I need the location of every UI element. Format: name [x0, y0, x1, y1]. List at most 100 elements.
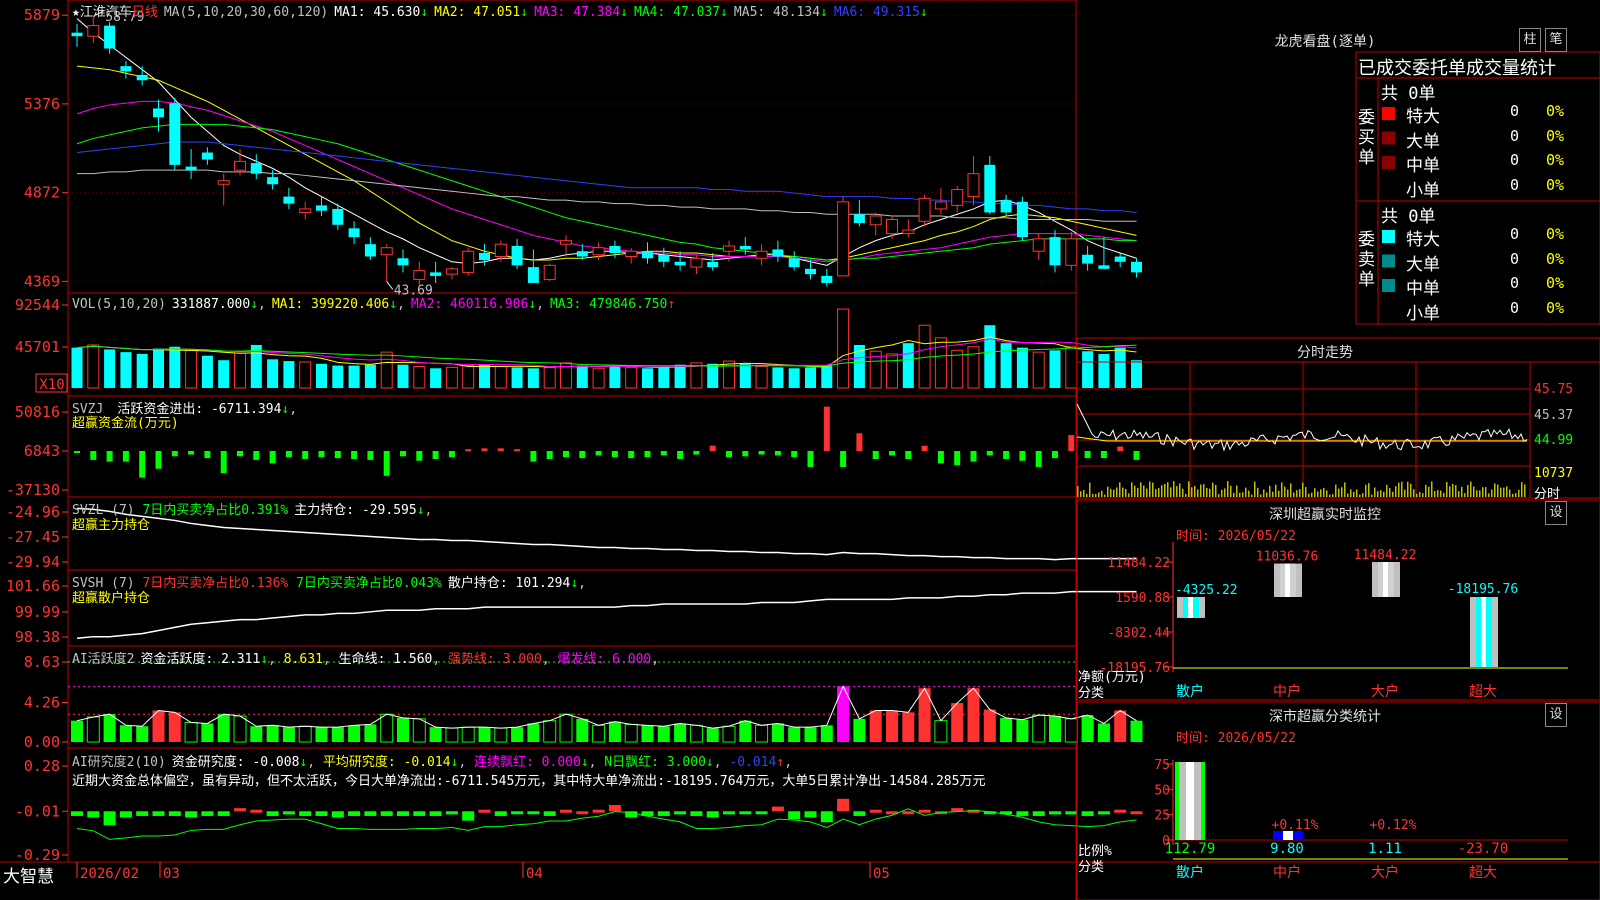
vol-bar [1131, 360, 1142, 388]
minute-vol-bar [1119, 482, 1121, 497]
minute-vol-bar [1158, 488, 1160, 497]
minute-vol-bar [1518, 489, 1520, 497]
air-bar [674, 811, 687, 815]
cat-label: 分类 [1078, 686, 1105, 701]
vol-bar [934, 337, 947, 389]
candle-body [886, 219, 898, 235]
down-arrow-icon: ↓ [720, 5, 728, 20]
minute-vol-bar [1521, 482, 1523, 497]
ma4-value: MA4: 47.037 [634, 5, 721, 20]
stats-value: 1.11 [1368, 841, 1402, 857]
vol-bar [576, 365, 588, 388]
ai2-bar [298, 725, 312, 743]
svzj-bar [448, 451, 455, 458]
stock-name[interactable]: 江淮汽车 [80, 5, 132, 20]
air-bar [918, 809, 931, 813]
sell-row-name: 中单 [1406, 279, 1440, 299]
svzj-bar [774, 451, 781, 456]
minute-vol-bar [1494, 483, 1496, 497]
stats-settings-button[interactable]: 设 [1545, 703, 1567, 727]
minute-vol-bar [1308, 493, 1310, 497]
candle-body [543, 264, 556, 280]
minute-vol-bar [1461, 486, 1463, 497]
ai2-bar [266, 725, 279, 742]
minute-vol-bar [1197, 489, 1199, 497]
ai2-bar [119, 725, 132, 742]
vol-prefix: VOL(5,10,20) [72, 297, 166, 312]
vol-bar [1032, 351, 1045, 389]
minute-vol-bar [1107, 486, 1109, 497]
bar-mode-button[interactable]: 柱 [1519, 28, 1541, 52]
minute-vol-bar [1116, 487, 1118, 497]
vol-bar [397, 364, 409, 388]
candle-body [234, 160, 246, 171]
minute-vol-bar [1344, 482, 1346, 497]
candle-body [169, 103, 181, 165]
svzj-bar [726, 451, 732, 458]
ai2-bar [934, 720, 948, 743]
svzj-bar [497, 448, 504, 451]
ai2-bar [967, 688, 980, 742]
candle-body [1131, 261, 1142, 273]
tick-mode-button[interactable]: 笔 [1545, 28, 1567, 52]
minute-vol-bar [1506, 486, 1508, 497]
ai2-bar [412, 718, 426, 743]
vol-bar [136, 353, 148, 388]
buy-row-name: 大单 [1406, 131, 1440, 152]
ai2-bar [1114, 710, 1127, 742]
minute-vol-bar [1080, 491, 1082, 497]
minute-vol-bar [1137, 488, 1139, 497]
period-label[interactable]: 日线 [132, 5, 158, 20]
svzj-bar [1003, 451, 1010, 459]
air-bar [608, 805, 621, 812]
vol-bar [218, 360, 230, 388]
stats-tick: 50 [1154, 783, 1170, 798]
candle-body [479, 252, 490, 261]
candle-body [674, 261, 686, 266]
air-bar [951, 808, 964, 812]
price-tick-label: 4369 [24, 272, 60, 290]
minute-vol-bar [1452, 483, 1454, 497]
candle-body [364, 244, 376, 257]
svzj-bar [139, 451, 146, 478]
ai2-title: AI活跃度2 [72, 652, 135, 667]
minute-vol-bar [1488, 493, 1490, 497]
vol-bar [805, 367, 816, 388]
monitor-time: 时间: 2026/05/22 [1176, 529, 1296, 544]
candle-body [1032, 238, 1045, 252]
air-bar [902, 811, 915, 815]
minute-vol-bar [1320, 489, 1322, 497]
candle-body [136, 74, 148, 81]
svzj-bar [823, 406, 830, 451]
minute-vol-bar [1170, 487, 1172, 497]
air-bar [478, 809, 491, 813]
monitor-bar-hl [1188, 597, 1193, 618]
candle-body [445, 268, 458, 275]
minute-vol-bar [1425, 484, 1427, 497]
candle-body [430, 272, 442, 276]
svsh-line [76, 590, 1137, 639]
air-bar [592, 809, 605, 813]
ai2-bar [1049, 716, 1061, 742]
candle-body [201, 152, 213, 160]
ai2-bar [511, 727, 524, 742]
ai2-bar [250, 726, 263, 742]
vol-bar [430, 368, 442, 388]
minute-vol-bar [1206, 487, 1208, 497]
dragon-subtitle: 已成交委托单成交量统计 [1358, 58, 1556, 79]
candle-body [267, 177, 279, 185]
vol-bar [380, 351, 393, 389]
monitor-settings-button[interactable]: 设 [1545, 501, 1567, 525]
svzj-bar [285, 451, 292, 458]
svzj-bar [1117, 446, 1124, 451]
down-arrow-icon: ↓ [820, 5, 828, 20]
stats-title: 深市超赢分类统计 [1269, 709, 1381, 725]
minute-vol-bar [1194, 485, 1196, 497]
ai2-bar [1032, 714, 1046, 743]
air-bar [690, 811, 703, 816]
vol-bar [1000, 343, 1012, 388]
svzj-bar [563, 451, 569, 458]
candle-body [71, 32, 83, 37]
minute-vol-bar [1305, 487, 1307, 497]
minute-vol-bar [1500, 487, 1502, 497]
